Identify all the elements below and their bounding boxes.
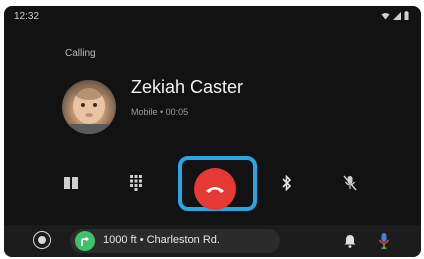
call-controls <box>4 156 421 212</box>
turn-right-icon <box>75 231 95 251</box>
end-call-icon <box>206 187 224 193</box>
mic-icon <box>378 233 390 249</box>
signal-icon <box>393 11 401 20</box>
home-button[interactable] <box>34 232 50 248</box>
android-auto-screen: 12:32 Calling Zekiah Caster Mobile • 00:… <box>4 6 421 257</box>
bottom-nav-bar: 1000 ft • Charleston Rd. <box>4 225 421 257</box>
wifi-icon <box>381 12 390 19</box>
mute-button[interactable] <box>337 170 363 196</box>
dialpad-icon <box>130 175 142 191</box>
notification-button[interactable] <box>342 232 358 250</box>
battery-icon <box>404 11 409 20</box>
voice-assistant-button[interactable] <box>377 231 391 251</box>
mute-mic-icon <box>343 175 357 191</box>
call-status: Calling <box>65 48 96 59</box>
status-icons <box>381 11 409 20</box>
navigation-instruction: 1000 ft • Charleston Rd. <box>103 234 220 246</box>
contacts-button[interactable] <box>58 170 84 196</box>
dialpad-button[interactable] <box>123 170 149 196</box>
navigation-card[interactable]: 1000 ft • Charleston Rd. <box>70 229 280 253</box>
caller-avatar <box>62 80 116 134</box>
caller-detail: Mobile • 00:05 <box>131 107 189 117</box>
status-bar: 12:32 <box>4 6 421 28</box>
caller-name: Zekiah Caster <box>131 77 244 97</box>
status-time: 12:32 <box>14 11 40 22</box>
bell-icon <box>344 235 356 248</box>
end-call-button[interactable] <box>194 168 236 210</box>
bluetooth-button[interactable] <box>274 170 300 196</box>
bluetooth-icon <box>282 175 292 191</box>
contacts-icon <box>64 177 78 189</box>
